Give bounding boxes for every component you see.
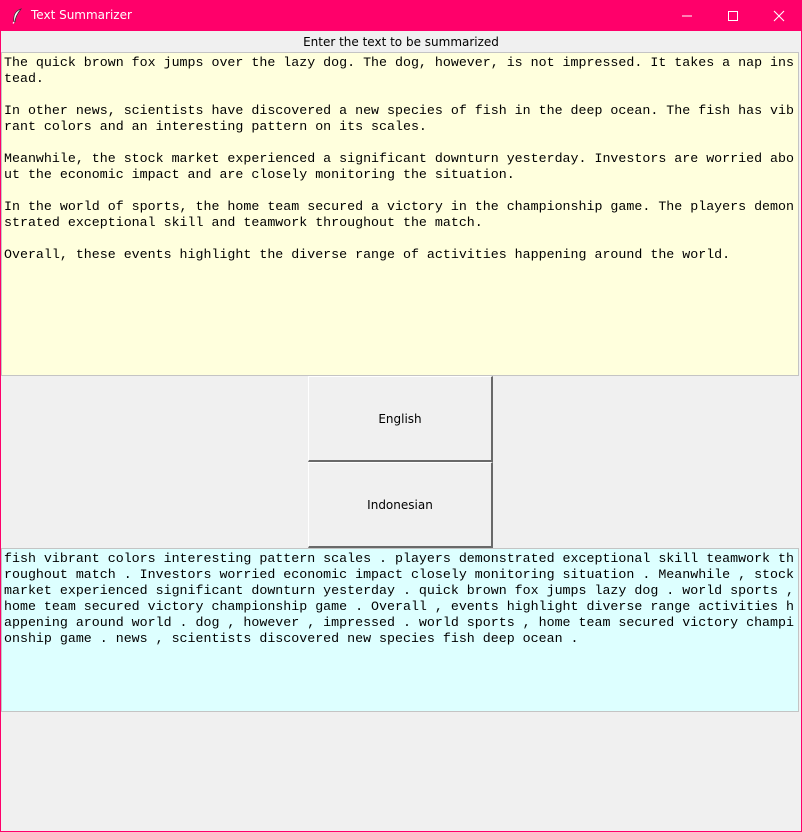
minimize-button[interactable] — [664, 0, 710, 31]
title-bar[interactable]: Text Summarizer — [0, 0, 802, 31]
input-text-area[interactable]: The quick brown fox jumps over the lazy … — [1, 52, 799, 376]
window-title: Text Summarizer — [31, 8, 132, 22]
prompt-label: Enter the text to be summarized — [303, 35, 499, 49]
close-button[interactable] — [756, 0, 802, 31]
summary-output-area[interactable]: fish vibrant colors interesting pattern … — [1, 548, 799, 712]
maximize-icon — [728, 11, 738, 21]
minimize-icon — [682, 15, 692, 17]
feather-icon — [10, 8, 24, 24]
indonesian-button[interactable]: Indonesian — [308, 462, 493, 548]
maximize-button[interactable] — [710, 0, 756, 31]
english-button[interactable]: English — [308, 376, 493, 462]
close-icon — [773, 10, 785, 22]
